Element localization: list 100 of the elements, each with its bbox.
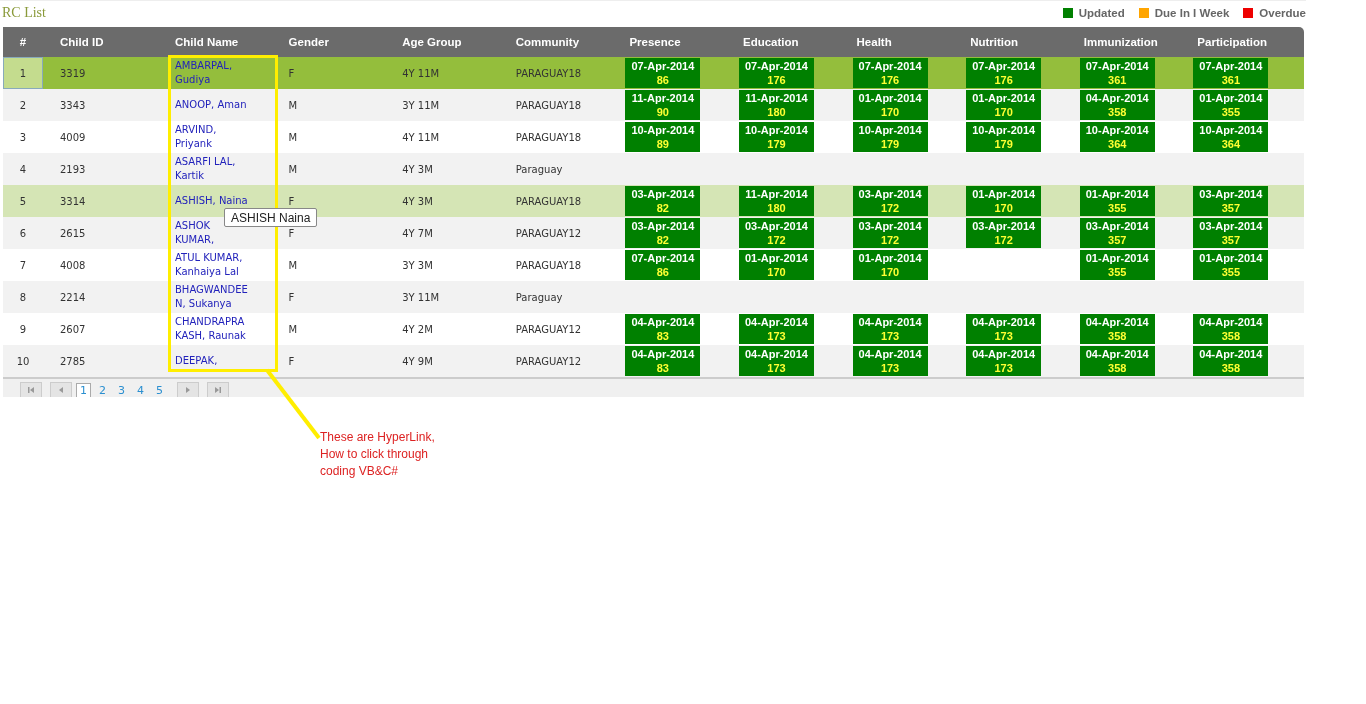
status-badge: 07-Apr-2014 361: [1079, 58, 1155, 88]
table-cell: F: [288, 67, 295, 79]
status-badge: 01-Apr-2014 355: [1193, 90, 1269, 120]
table-cell: PARAGUAY12: [508, 313, 623, 345]
child-name-link[interactable]: ANOOP, Aman: [175, 98, 249, 112]
status-badge: 01-Apr-2014 170: [852, 250, 928, 280]
table-cell: F: [288, 355, 295, 367]
table-cell: M: [288, 163, 298, 175]
table-cell: 2607: [43, 313, 168, 345]
table-cell: 4Y 9M: [395, 345, 509, 377]
table-cell: 3319: [43, 57, 168, 89]
table-cell: 4Y 3M: [395, 153, 509, 185]
status-badge: 04-Apr-2014 358: [1079, 314, 1155, 344]
table-cell: 2: [3, 89, 43, 121]
column-header: Child ID: [43, 27, 168, 57]
status-badge: 07-Apr-2014 176: [852, 58, 928, 88]
page-link[interactable]: 1: [76, 383, 91, 397]
table-cell: 4008: [43, 249, 168, 281]
first-page-button[interactable]: [20, 382, 42, 397]
leader-line: [264, 368, 322, 440]
column-header: Child Name: [168, 27, 282, 57]
previous-page-button[interactable]: [50, 382, 72, 397]
status-badge: 04-Apr-2014 358: [1079, 90, 1155, 120]
status-badge: 03-Apr-2014 172: [852, 186, 928, 216]
status-badge: 04-Apr-2014 173: [738, 346, 814, 376]
status-badge: 04-Apr-2014 358: [1193, 346, 1269, 376]
next-page-button[interactable]: [177, 382, 199, 397]
column-header: Community: [508, 27, 623, 57]
status-badge: 07-Apr-2014 86: [625, 58, 701, 88]
child-name-link[interactable]: BHAGWANDEEN, Sukanya: [175, 283, 249, 311]
last-page-icon: [214, 386, 222, 394]
table-row[interactable]: 9 2607 CHANDRAPRAKASH, Raunak M 4Y 2M PARAGUAY12 04-Apr-2014 83 04-Apr-2014 173 04-Apr-2014 173 04-Apr-2014 173 04-Apr-2014 358 04-Apr-2014 358: [3, 313, 1304, 345]
table-cell: M: [288, 323, 298, 335]
table-row[interactable]: 7 4008 ATUL KUMAR, Kanhaiya Lal M 3Y 3M PARAGUAY18 07-Apr-2014 86 01-Apr-2014 170 01-Apr-2014 170 01-Apr-2014 355 01-Apr-2014 355: [3, 249, 1304, 281]
table-cell: Paraguay: [508, 281, 623, 313]
child-name-link[interactable]: AMBARPAL, Gudiya: [175, 59, 249, 87]
table-cell: M: [288, 131, 298, 143]
table-cell: PARAGUAY18: [508, 249, 623, 281]
legend-label: Due In I Week: [1154, 7, 1230, 19]
table-row[interactable]: 1 3319 AMBARPAL, Gudiya F 4Y 11M PARAGUAY18 07-Apr-2014 86 07-Apr-2014 176 07-Apr-2014 176 07-Apr-2014 176 07-Apr-2014 361 07-Apr-2014 361: [3, 57, 1304, 89]
status-badge: 03-Apr-2014 357: [1193, 218, 1269, 248]
column-header: Age Group: [395, 27, 509, 57]
status-badge: 01-Apr-2014 170: [966, 186, 1042, 216]
status-badge: 03-Apr-2014 172: [852, 218, 928, 248]
status-badge: 07-Apr-2014 176: [738, 58, 814, 88]
status-badge: 01-Apr-2014 170: [966, 90, 1042, 120]
child-name-link[interactable]: CHANDRAPRAKASH, Raunak: [175, 315, 249, 343]
table-cell: 5: [3, 185, 43, 217]
table-cell: 3314: [43, 185, 168, 217]
table-cell: PARAGUAY12: [508, 217, 623, 249]
annotation-text: These are HyperLink, How to click through coding VB&C#: [320, 429, 436, 480]
status-badge: 01-Apr-2014 170: [852, 90, 928, 120]
status-badge: 03-Apr-2014 172: [966, 218, 1042, 248]
table-cell: F: [288, 227, 295, 239]
status-badge: 03-Apr-2014 357: [1079, 218, 1155, 248]
table-cell: M: [288, 259, 298, 271]
table-row[interactable]: 2 3343 ANOOP, Aman M 3Y 11M PARAGUAY18 11-Apr-2014 90 11-Apr-2014 180 01-Apr-2014 170 01-Apr-2014 170 04-Apr-2014 358 01-Apr-2014 355: [3, 89, 1304, 121]
table-cell: PARAGUAY12: [508, 345, 623, 377]
status-badge: 04-Apr-2014 358: [1193, 314, 1269, 344]
table-cell: 7: [3, 249, 43, 281]
child-name-link[interactable]: ARVIND, Priyank: [175, 123, 249, 151]
status-badge: 03-Apr-2014 82: [625, 218, 701, 248]
table-cell: 1: [3, 57, 43, 89]
table-cell: 2214: [43, 281, 168, 313]
table-cell: 10: [3, 345, 43, 377]
status-badge: 01-Apr-2014 355: [1079, 186, 1155, 216]
table-cell: 3Y 3M: [395, 249, 509, 281]
status-badge: 03-Apr-2014 357: [1193, 186, 1269, 216]
status-badge: 10-Apr-2014 364: [1193, 122, 1269, 152]
column-header: Nutrition: [963, 27, 1077, 57]
status-badge: 04-Apr-2014 173: [966, 314, 1042, 344]
table-row[interactable]: 4 2193 ASARFI LAL, Kartik M 4Y 3M Paraguay: [3, 153, 1304, 185]
table-cell: PARAGUAY18: [508, 185, 623, 217]
child-name-link[interactable]: ASHISH, Naina: [175, 194, 249, 208]
table-cell: F: [288, 195, 295, 207]
table-cell: F: [288, 291, 295, 303]
table-cell: 2615: [43, 217, 168, 249]
child-name-link[interactable]: ATUL KUMAR, Kanhaiya Lal: [175, 251, 249, 279]
child-name-link[interactable]: DEEPAK,: [175, 354, 249, 368]
table-cell: 8: [3, 281, 43, 313]
table-cell: 4: [3, 153, 43, 185]
table-cell: 2193: [43, 153, 168, 185]
table-row[interactable]: 10 2785 DEEPAK, F 4Y 9M PARAGUAY12 04-Apr-2014 83 04-Apr-2014 173 04-Apr-2014 173 04-Apr-2014 173 04-Apr-2014 358 04-Apr-2014 358: [3, 345, 1304, 377]
column-header: Health: [849, 27, 964, 57]
child-name-link[interactable]: ASARFI LAL, Kartik: [175, 155, 249, 183]
table-cell: 3: [3, 121, 43, 153]
table-row[interactable]: 3 4009 ARVIND, Priyank M 4Y 11M PARAGUAY18 10-Apr-2014 89 10-Apr-2014 179 10-Apr-2014 179 10-Apr-2014 179 10-Apr-2014 364 10-Apr-2014 364: [3, 121, 1304, 153]
status-badge: 10-Apr-2014 179: [852, 122, 928, 152]
table-cell: 3Y 11M: [395, 89, 509, 121]
legend-label: Overdue: [1259, 7, 1306, 19]
table-cell: 4009: [43, 121, 168, 153]
column-header: Immunization: [1076, 27, 1191, 57]
last-page-button[interactable]: [207, 382, 229, 397]
status-badge: 04-Apr-2014 173: [852, 346, 928, 376]
right-triangle-icon: [184, 386, 192, 394]
table-cell: 2785: [43, 345, 168, 377]
legend-label: Updated: [1078, 7, 1125, 19]
table-cell: 4Y 7M: [395, 217, 509, 249]
page-title: RC List: [2, 5, 46, 21]
status-badge: 10-Apr-2014 179: [738, 122, 814, 152]
